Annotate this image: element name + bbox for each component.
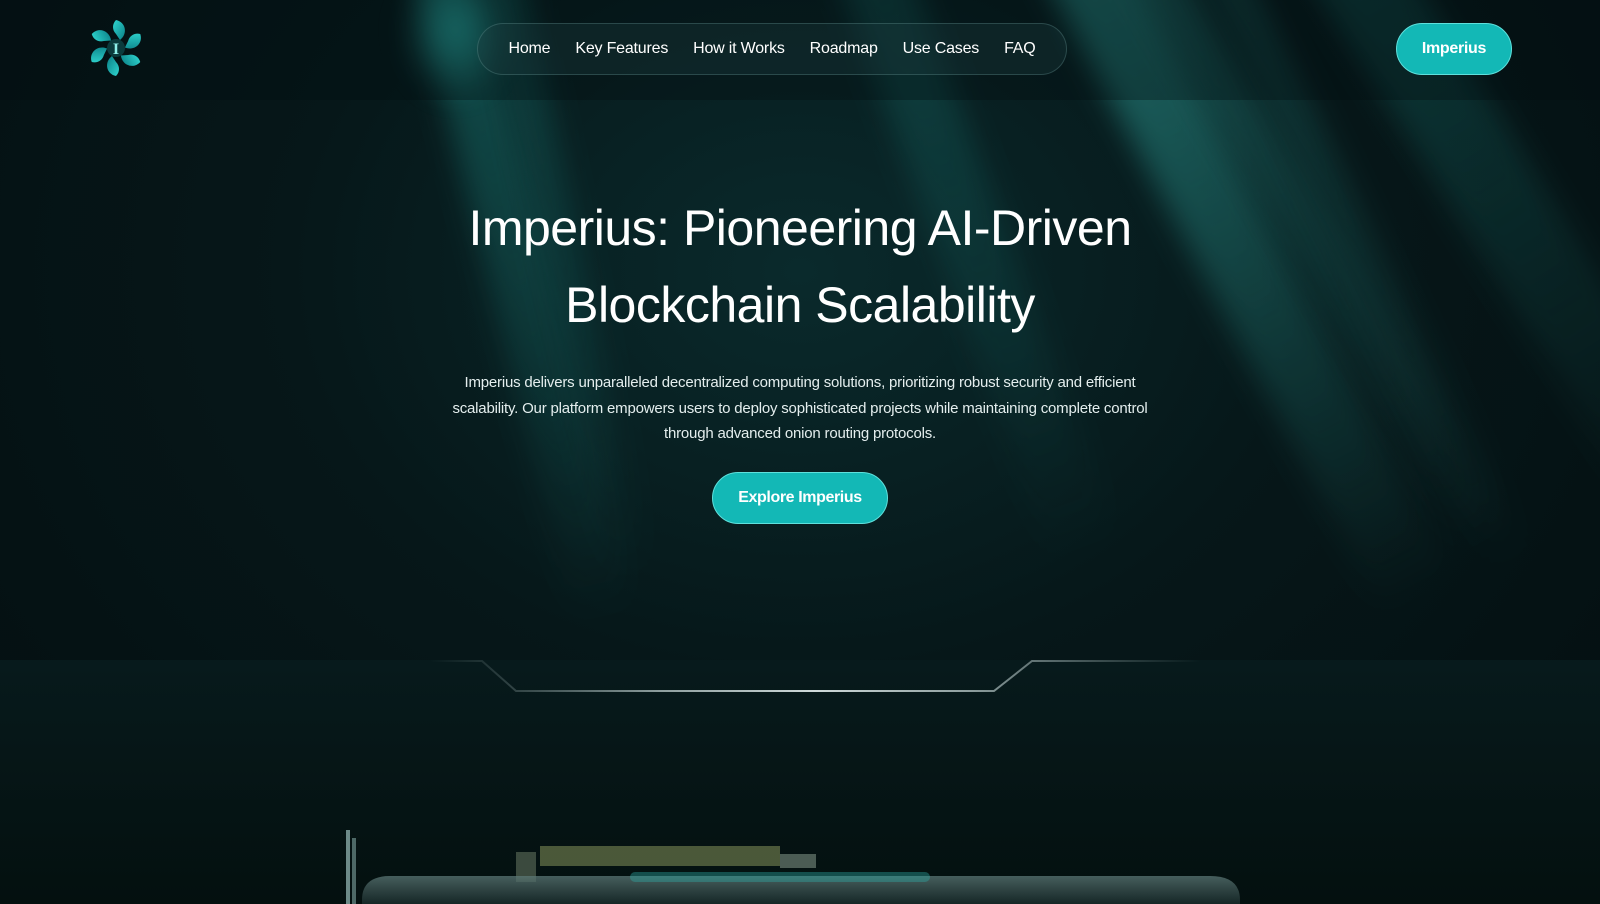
nav-item-how-it-works[interactable]: How it Works <box>693 40 785 58</box>
hero-title-line: Blockchain Scalability <box>565 277 1035 333</box>
hero-subtitle-line: Imperius delivers unparalleled decentral… <box>464 374 1136 391</box>
hero-subtitle-line: through advanced onion routing protocols… <box>664 425 936 442</box>
hero-title-line: Imperius: Pioneering AI-Driven <box>468 200 1132 256</box>
hero-subtitle: Imperius delivers unparalleled decentral… <box>420 370 1180 447</box>
nav-item-home[interactable]: Home <box>508 40 550 58</box>
imperius-logo-icon[interactable]: I <box>86 18 146 78</box>
nav-item-roadmap[interactable]: Roadmap <box>810 40 878 58</box>
main-nav: Home Key Features How it Works Roadmap U… <box>477 23 1067 75</box>
gpu-card-image <box>346 830 1240 904</box>
nav-item-faq[interactable]: FAQ <box>1004 40 1036 58</box>
nav-item-key-features[interactable]: Key Features <box>575 40 668 58</box>
hero-subtitle-line: scalability. Our platform empowers users… <box>452 399 1148 417</box>
header-cta-button[interactable]: Imperius <box>1396 23 1512 75</box>
logo-letter: I <box>113 41 119 58</box>
hero-title: Imperius: Pioneering AI-Driven Blockchai… <box>300 190 1300 344</box>
section-divider <box>430 660 1200 692</box>
explore-button[interactable]: Explore Imperius <box>712 472 888 524</box>
nav-item-use-cases[interactable]: Use Cases <box>903 40 980 58</box>
